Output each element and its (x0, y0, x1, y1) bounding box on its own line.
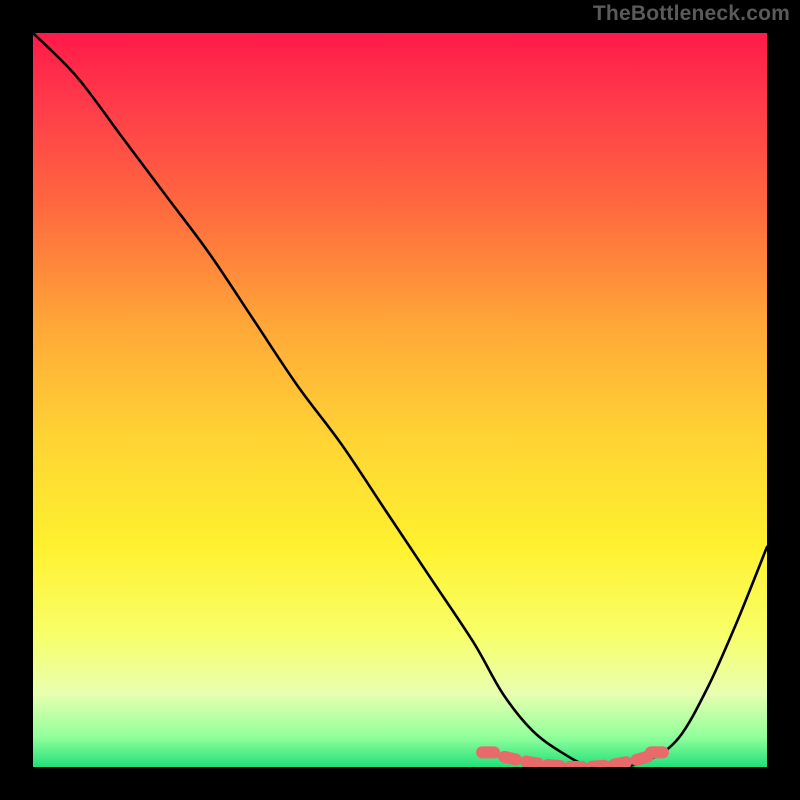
highlight-markers (476, 746, 669, 767)
highlight-marker-dot (646, 752, 652, 758)
chart-plot-area (33, 33, 767, 767)
highlight-marker-dot (496, 752, 502, 758)
bottleneck-curve (33, 33, 767, 767)
chart-svg-layer (33, 33, 767, 767)
highlight-marker-dot (540, 761, 546, 767)
highlight-marker-dot (628, 758, 634, 764)
watermark-text: TheBottleneck.com (593, 2, 790, 26)
highlight-marker-dot (518, 757, 524, 763)
